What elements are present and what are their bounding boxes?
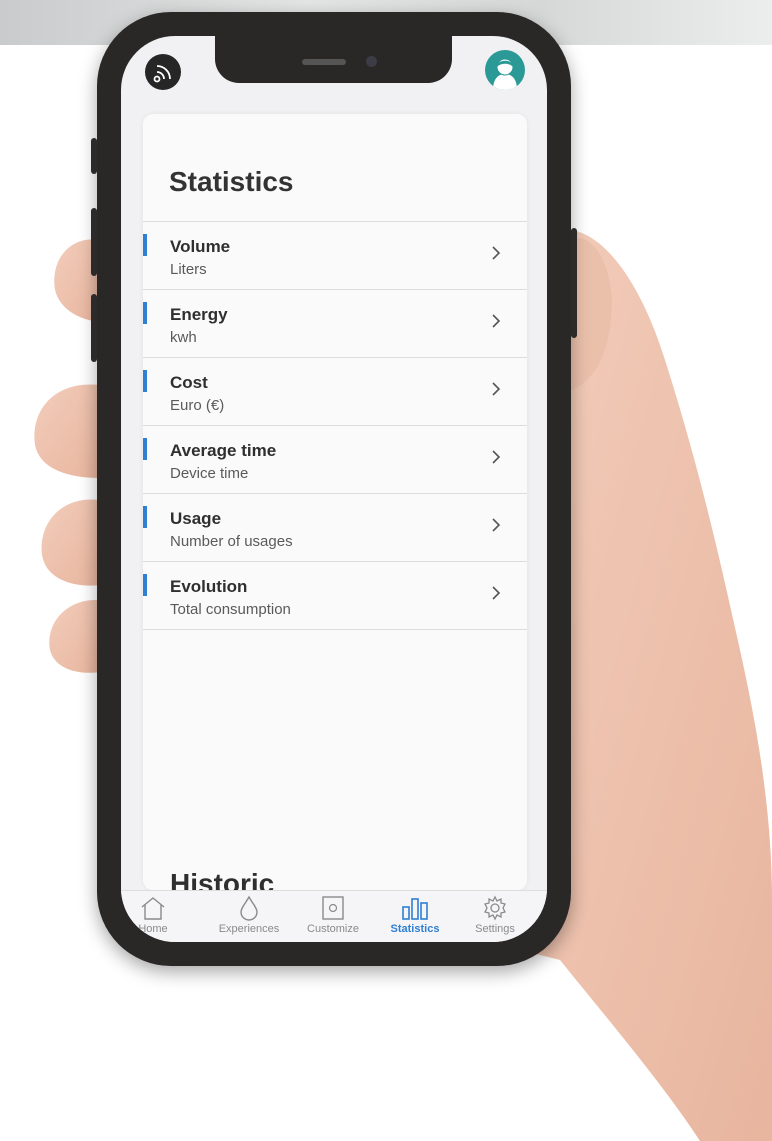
statistics-item-average-time[interactable]: Average time Device time (143, 426, 527, 494)
tab-experiences[interactable]: Experiences (209, 895, 289, 942)
item-unit: Total consumption (170, 601, 291, 618)
phone-device: Statistics Volume Liters Energy kwh Cost (91, 12, 577, 966)
statistics-item-cost[interactable]: Cost Euro (€) (143, 358, 527, 426)
page-title: Statistics (169, 166, 294, 197)
item-unit: Euro (€) (170, 397, 225, 414)
item-unit: Number of usages (170, 533, 293, 550)
statistics-item-evolution[interactable]: Evolution Total consumption (143, 562, 527, 630)
accent-bar (143, 506, 147, 528)
tab-home[interactable]: Home (129, 895, 177, 942)
device-icon (322, 896, 344, 920)
statistics-item-usage[interactable]: Usage Number of usages (143, 494, 527, 562)
tab-bar: Home Experiences Customize Statistics Se… (121, 890, 547, 942)
mute-switch (91, 138, 97, 174)
tab-statistics[interactable]: Statistics (383, 895, 447, 942)
volume-up-button (91, 208, 97, 276)
chevron-right-icon (492, 586, 501, 600)
home-icon (141, 897, 165, 920)
chevron-right-icon (492, 450, 501, 464)
front-camera (366, 56, 377, 67)
tab-label: Customize (307, 923, 359, 935)
user-avatar-icon (493, 58, 517, 90)
statistics-list: Volume Liters Energy kwh Cost Euro (€) A… (143, 221, 527, 630)
bar-chart-icon (402, 898, 428, 920)
item-label: Energy (170, 305, 228, 324)
chevron-right-icon (492, 314, 501, 328)
drop-icon (240, 895, 258, 921)
tab-label: Settings (475, 923, 515, 935)
wifi-icon (153, 65, 171, 83)
notch (215, 36, 452, 83)
tab-customize[interactable]: Customize (301, 895, 365, 942)
tab-settings[interactable]: Settings (467, 895, 523, 942)
accent-bar (143, 438, 147, 460)
statistics-item-energy[interactable]: Energy kwh (143, 290, 527, 358)
item-unit: Liters (170, 261, 207, 278)
item-label: Average time (170, 441, 277, 460)
item-label: Volume (170, 237, 231, 256)
chevron-right-icon (492, 246, 501, 260)
tab-label: Statistics (390, 923, 440, 935)
statistics-card: Statistics Volume Liters Energy kwh Cost (143, 114, 527, 890)
volume-down-button (91, 294, 97, 362)
tab-label: Home (138, 923, 168, 935)
historic-section-title: Historic (170, 868, 275, 890)
accent-bar (143, 574, 147, 596)
power-button (571, 228, 577, 338)
wifi-button[interactable] (145, 54, 181, 90)
tab-label: Experiences (218, 923, 280, 935)
avatar[interactable] (485, 50, 525, 90)
item-unit: kwh (170, 329, 197, 346)
chevron-right-icon (492, 382, 501, 396)
item-unit: Device time (170, 465, 249, 482)
accent-bar (143, 302, 147, 324)
chevron-right-icon (492, 518, 501, 532)
gear-icon (484, 895, 506, 921)
item-label: Cost (170, 373, 208, 392)
accent-bar (143, 370, 147, 392)
item-label: Evolution (170, 577, 248, 596)
item-label: Usage (170, 509, 222, 528)
phone-screen: Statistics Volume Liters Energy kwh Cost (121, 36, 547, 942)
speaker (302, 59, 346, 65)
statistics-item-volume[interactable]: Volume Liters (143, 222, 527, 290)
accent-bar (143, 234, 147, 256)
